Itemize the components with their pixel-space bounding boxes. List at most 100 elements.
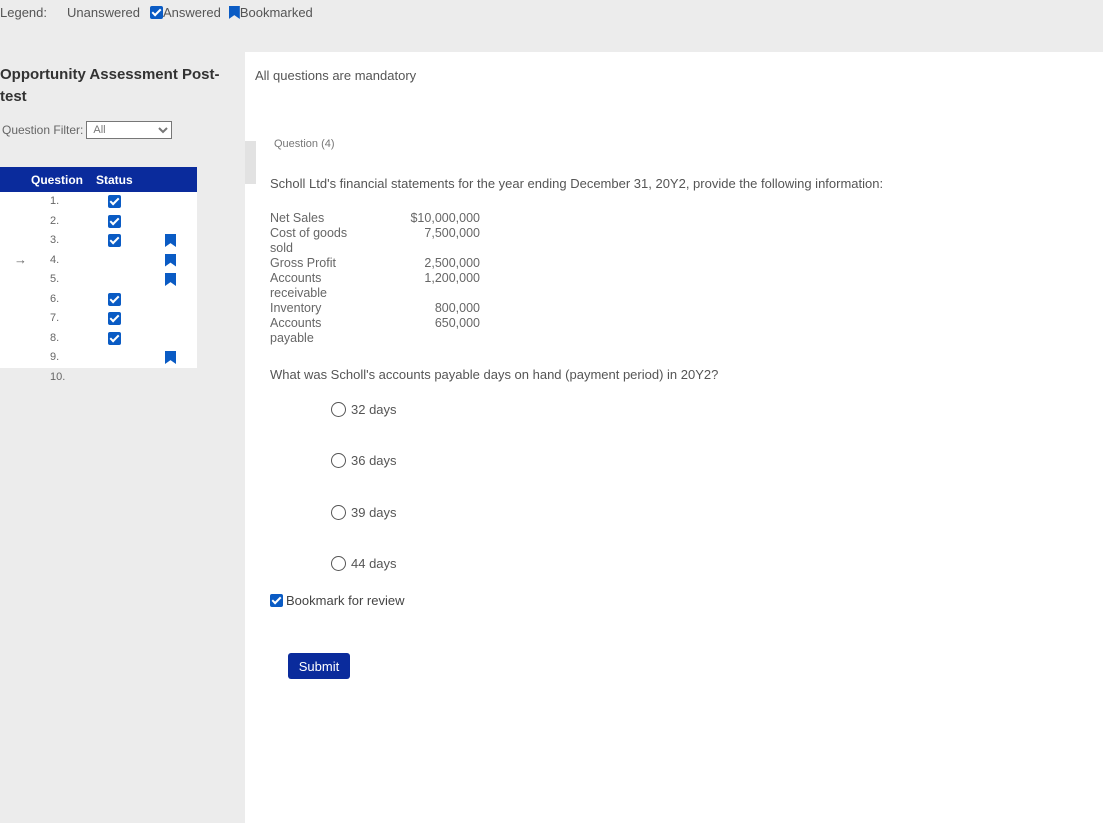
- answered-check-icon: [150, 6, 163, 19]
- financial-value: 800,000: [434, 301, 480, 315]
- financial-label-line: Inventory: [270, 301, 322, 315]
- header-status: Status: [96, 173, 133, 187]
- legend-bookmarked: Bookmarked: [228, 5, 313, 20]
- sidebar: Opportunity Assessment Post- test Questi…: [0, 52, 245, 823]
- question-number[interactable]: 10.: [50, 371, 65, 383]
- financial-row: Accounts payable 650,000: [270, 316, 480, 346]
- radio-icon[interactable]: [331, 505, 346, 520]
- question-number[interactable]: 7.: [50, 312, 59, 324]
- financial-label-line: payable: [270, 331, 314, 345]
- question-filter-select[interactable]: All: [86, 121, 173, 139]
- financial-row: Gross Profit 2,500,000: [270, 256, 480, 271]
- answered-check-icon: [108, 234, 121, 247]
- question-table-header: Question Status: [0, 167, 197, 192]
- financial-row: Accounts receivable 1,200,000: [270, 271, 480, 301]
- financial-label: Net Sales: [270, 211, 360, 226]
- financial-label: Gross Profit: [270, 256, 360, 271]
- top-bar: Legend: Unanswered Answered Bookmarked: [0, 0, 1103, 52]
- answered-check-icon: [108, 312, 121, 325]
- financial-table: Net Sales $10,000,000 Cost of goods sold 7,5…: [270, 211, 480, 346]
- financial-value: 2,500,000: [424, 256, 480, 270]
- legend: Legend: Unanswered Answered Bookmarked: [0, 5, 321, 20]
- radio-icon[interactable]: [331, 402, 346, 417]
- financial-label-line: Net Sales: [270, 211, 325, 225]
- answer-option-3[interactable]: 39 days: [331, 505, 397, 520]
- answered-check-icon: [108, 331, 121, 345]
- financial-row: Inventory 800,000: [270, 301, 480, 316]
- question-filter: Question Filter: All: [2, 121, 173, 139]
- answered-check-icon: [108, 292, 121, 306]
- bookmark-for-review[interactable]: Bookmark for review: [270, 593, 404, 608]
- assessment-title: Opportunity Assessment Post- test: [0, 64, 230, 108]
- financial-label-line: sold: [270, 241, 293, 255]
- bookmark-checkbox[interactable]: [270, 594, 283, 607]
- question-number[interactable]: 4.: [50, 254, 59, 266]
- question-prompt: What was Scholl's accounts payable days …: [270, 367, 719, 382]
- legend-answered-label: Answered: [163, 5, 221, 20]
- bookmark-icon: [165, 234, 176, 247]
- bookmark-label: Bookmark for review: [286, 593, 405, 608]
- answered-check-icon: [108, 214, 121, 228]
- legend-answered: Answered: [150, 5, 221, 20]
- radio-icon[interactable]: [331, 556, 346, 571]
- answer-option-label: 39 days: [351, 505, 397, 520]
- question-row[interactable]: → 4.: [0, 250, 197, 270]
- financial-label-line: Accounts: [270, 316, 322, 330]
- question-number[interactable]: 8.: [50, 332, 59, 344]
- financial-label-line: receivable: [270, 286, 327, 300]
- question-number[interactable]: 6.: [50, 293, 59, 305]
- answered-check-icon: [108, 195, 121, 208]
- header-question: Question: [31, 173, 84, 187]
- financial-value: 650,000: [434, 316, 480, 330]
- answer-option-1[interactable]: 32 days: [331, 402, 397, 417]
- bookmark-icon: [165, 253, 176, 267]
- question-marker-bar: [245, 141, 256, 184]
- financial-label-line: Cost of goods: [270, 226, 348, 240]
- financial-row: Net Sales $10,000,000: [270, 211, 480, 226]
- legend-unanswered: Unanswered: [67, 5, 140, 20]
- question-row[interactable]: 10.: [0, 368, 197, 388]
- question-row[interactable]: 1.: [0, 192, 197, 212]
- current-arrow-icon: →: [14, 251, 27, 267]
- question-table: Question Status 1. 2. 3. → 4. 5. 6. 7. 8. 9. 10.: [0, 167, 197, 387]
- main-panel: All questions are mandatory Question (4)…: [245, 52, 1103, 823]
- question-filter-label: Question Filter:: [2, 123, 84, 137]
- question-number[interactable]: 3.: [50, 234, 59, 246]
- question-number[interactable]: 1.: [50, 195, 59, 207]
- question-number[interactable]: 2.: [50, 215, 59, 227]
- question-rows: 1. 2. 3. → 4. 5. 6. 7. 8. 9. 10.: [0, 192, 197, 387]
- financial-label-line: Gross Profit: [270, 256, 336, 270]
- assessment-title-line2: test: [0, 88, 27, 105]
- question-row[interactable]: 2.: [0, 211, 197, 231]
- mandatory-note: All questions are mandatory: [255, 68, 417, 83]
- question-number-label: Question (4): [274, 138, 335, 150]
- financial-value: 7,500,000: [424, 226, 480, 240]
- bookmark-icon: [228, 6, 240, 19]
- financial-row: Cost of goods sold 7,500,000: [270, 226, 480, 256]
- financial-label: Cost of goods sold: [270, 226, 360, 256]
- question-number[interactable]: 9.: [50, 351, 59, 363]
- question-row[interactable]: 8.: [0, 328, 197, 348]
- financial-value: 1,200,000: [424, 271, 480, 285]
- question-row[interactable]: 9.: [0, 348, 197, 368]
- question-text: Scholl Ltd's financial statements for th…: [270, 176, 884, 191]
- answer-option-label: 32 days: [351, 402, 397, 417]
- question-row[interactable]: 7.: [0, 309, 197, 329]
- financial-label-line: Accounts: [270, 271, 322, 285]
- assessment-title-line1: Opportunity Assessment Post-: [0, 66, 220, 83]
- answer-option-label: 36 days: [351, 453, 397, 468]
- question-row[interactable]: 5.: [0, 270, 197, 290]
- radio-icon[interactable]: [331, 453, 346, 468]
- answer-option-label: 44 days: [351, 556, 397, 571]
- question-number[interactable]: 5.: [50, 273, 59, 285]
- question-row[interactable]: 6.: [0, 289, 197, 309]
- question-row[interactable]: 3.: [0, 231, 197, 251]
- financial-label: Accounts payable: [270, 316, 360, 346]
- answer-option-2[interactable]: 36 days: [331, 453, 397, 468]
- financial-label: Inventory: [270, 301, 360, 316]
- submit-button[interactable]: Submit: [288, 653, 350, 679]
- legend-bookmarked-label: Bookmarked: [239, 5, 313, 20]
- financial-label: Accounts receivable: [270, 271, 360, 301]
- legend-label: Legend:: [0, 5, 47, 20]
- answer-option-4[interactable]: 44 days: [331, 556, 397, 571]
